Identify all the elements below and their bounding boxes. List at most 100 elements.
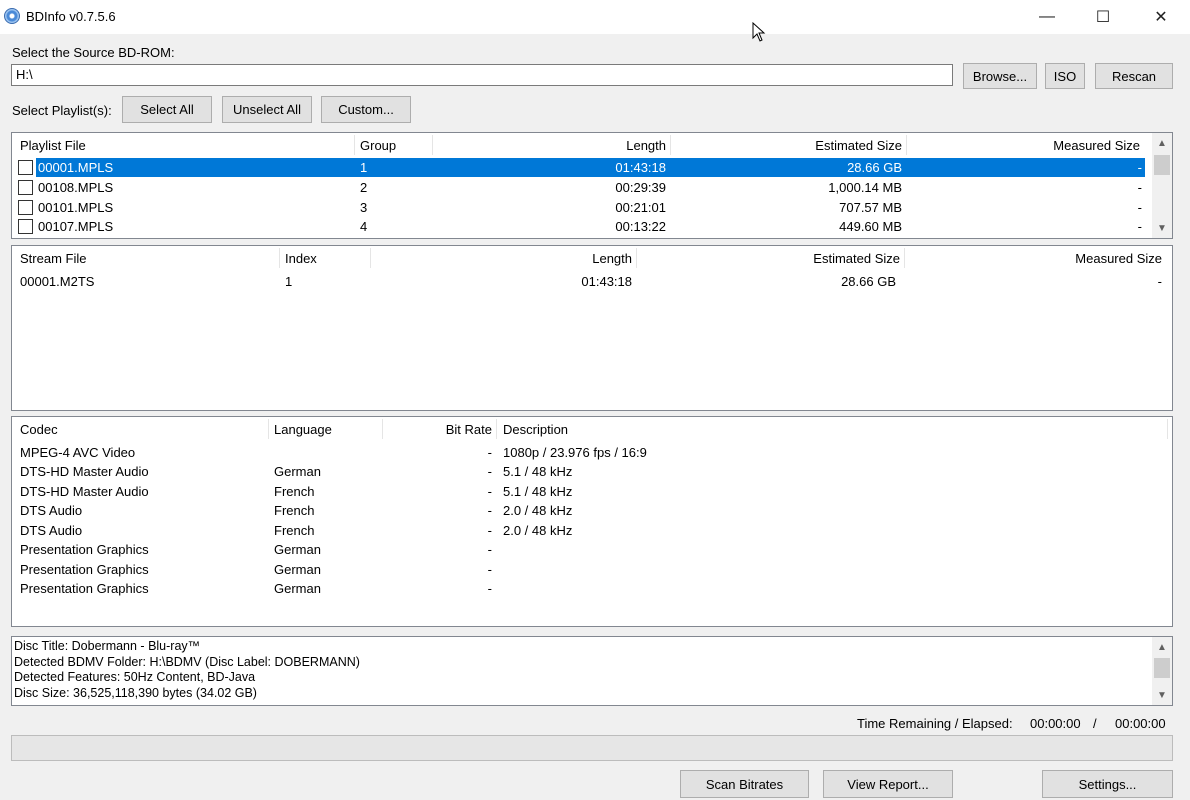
log-line: Disc Size: 36,525,118,390 bytes (34.02 G… (14, 686, 257, 700)
column-header-estimated-size[interactable]: Estimated Size (670, 133, 902, 157)
playlist-length: 01:43:18 (615, 160, 666, 175)
source-label: Select the Source BD-ROM: (12, 45, 175, 60)
playlist-measured-size: - (1137, 180, 1142, 195)
codec-bit-rate: - (487, 562, 492, 577)
codec-name[interactable]: Presentation Graphics (20, 581, 149, 596)
stream-list[interactable]: Stream File Index Length Estimated Size … (11, 245, 1173, 411)
codec-language: German (274, 542, 321, 557)
column-header-index[interactable]: Index (285, 246, 317, 270)
custom-button[interactable]: Custom... (321, 96, 411, 123)
playlist-checkbox[interactable] (18, 160, 33, 175)
codec-description: 2.0 / 48 kHz (503, 523, 573, 538)
codec-language: German (274, 581, 321, 596)
codec-bit-rate: - (487, 445, 492, 460)
disc-info-log[interactable]: Disc Title: Dobermann - Blu-ray™ Detecte… (11, 636, 1173, 706)
scroll-up-icon[interactable]: ▲ (1152, 133, 1172, 153)
codec-description: 5.1 / 48 kHz (503, 484, 573, 499)
maximize-button[interactable]: ☐ (1074, 0, 1132, 34)
log-line: Disc Title: Dobermann - Blu-ray™ (14, 639, 201, 653)
codec-bit-rate: - (487, 464, 492, 479)
playlist-file[interactable]: 00001.MPLS (38, 160, 113, 175)
codec-bit-rate: - (487, 581, 492, 596)
playlist-group: 3 (360, 200, 368, 215)
log-scrollbar[interactable]: ▲ ▼ (1152, 637, 1172, 705)
column-header-language[interactable]: Language (274, 417, 332, 441)
codec-name[interactable]: DTS Audio (20, 503, 82, 518)
column-header-group[interactable]: Group (360, 133, 396, 157)
mouse-cursor-icon (752, 22, 766, 42)
codec-description: 5.1 / 48 kHz (503, 464, 573, 479)
codec-name[interactable]: DTS-HD Master Audio (20, 484, 149, 499)
view-report-button[interactable]: View Report... (823, 770, 953, 798)
column-header-length[interactable]: Length (432, 133, 666, 157)
codec-bit-rate: - (487, 523, 492, 538)
column-header-measured-size[interactable]: Measured Size (904, 246, 1162, 270)
rescan-button[interactable]: Rescan (1095, 63, 1173, 89)
scrollbar-thumb[interactable] (1154, 155, 1170, 175)
playlist-file[interactable]: 00101.MPLS (38, 200, 113, 215)
codec-list[interactable]: Codec Language Bit Rate Description MPEG… (11, 416, 1173, 627)
playlist-estimated-size: 707.57 MB (839, 200, 902, 215)
unselect-all-button[interactable]: Unselect All (222, 96, 312, 123)
codec-language: French (274, 484, 315, 499)
scan-bitrates-button[interactable]: Scan Bitrates (680, 770, 809, 798)
time-elapsed: 00:00:00 (1115, 716, 1166, 731)
playlist-file[interactable]: 00107.MPLS (38, 219, 113, 234)
playlist-estimated-size: 449.60 MB (839, 219, 902, 234)
select-all-button[interactable]: Select All (122, 96, 212, 123)
stream-file[interactable]: 00001.M2TS (20, 274, 94, 289)
playlist-checkbox[interactable] (18, 219, 33, 234)
playlist-length: 00:29:39 (615, 180, 666, 195)
playlist-length: 00:13:22 (615, 219, 666, 234)
playlist-estimated-size: 1,000.14 MB (828, 180, 902, 195)
browse-button[interactable]: Browse... (963, 63, 1037, 89)
column-header-length[interactable]: Length (370, 246, 632, 270)
column-header-measured-size[interactable]: Measured Size (906, 133, 1140, 157)
stream-estimated-size: 28.66 GB (841, 274, 896, 289)
playlist-group: 1 (360, 160, 368, 175)
settings-button[interactable]: Settings... (1042, 770, 1173, 798)
codec-name[interactable]: MPEG-4 AVC Video (20, 445, 135, 460)
codec-name[interactable]: Presentation Graphics (20, 542, 149, 557)
stream-index: 1 (285, 274, 293, 289)
close-button[interactable]: ✕ (1132, 0, 1190, 34)
codec-bit-rate: - (487, 484, 492, 499)
log-line: Detected Features: 50Hz Content, BD-Java (14, 670, 256, 684)
time-label: Time Remaining / Elapsed: (857, 716, 1013, 731)
playlist-list[interactable]: Playlist File Group Length Estimated Siz… (11, 132, 1173, 239)
scan-progress-bar (11, 735, 1173, 761)
playlist-checkbox[interactable] (18, 200, 33, 215)
scrollbar-thumb[interactable] (1154, 658, 1170, 678)
playlist-checkbox[interactable] (18, 180, 33, 195)
source-path-input[interactable]: H:\ (11, 64, 953, 86)
time-separator: / (1093, 716, 1097, 731)
disc-app-icon (4, 8, 20, 24)
codec-name[interactable]: DTS Audio (20, 523, 82, 538)
codec-bit-rate: - (487, 542, 492, 557)
playlist-measured-size: - (1137, 219, 1142, 234)
column-header-codec[interactable]: Codec (20, 417, 58, 441)
column-header-stream-file[interactable]: Stream File (20, 246, 86, 270)
column-header-description[interactable]: Description (503, 417, 568, 441)
codec-language: German (274, 464, 321, 479)
playlist-scrollbar[interactable]: ▲ ▼ (1152, 133, 1172, 238)
select-playlists-label: Select Playlist(s): (12, 103, 112, 118)
column-header-playlist-file[interactable]: Playlist File (20, 133, 86, 157)
stream-length: 01:43:18 (581, 274, 632, 289)
codec-description: 2.0 / 48 kHz (503, 503, 573, 518)
column-header-estimated-size[interactable]: Estimated Size (636, 246, 900, 270)
codec-name[interactable]: DTS-HD Master Audio (20, 464, 149, 479)
scroll-down-icon[interactable]: ▼ (1152, 685, 1172, 705)
codec-name[interactable]: Presentation Graphics (20, 562, 149, 577)
stream-measured-size: - (1157, 274, 1162, 289)
codec-bit-rate: - (487, 503, 492, 518)
scroll-down-icon[interactable]: ▼ (1152, 218, 1172, 238)
scroll-up-icon[interactable]: ▲ (1152, 637, 1172, 657)
playlist-measured-size: - (1137, 200, 1142, 215)
minimize-button[interactable]: — (1018, 0, 1076, 34)
iso-button[interactable]: ISO (1045, 63, 1085, 89)
playlist-length: 00:21:01 (615, 200, 666, 215)
playlist-file[interactable]: 00108.MPLS (38, 180, 113, 195)
column-header-bit-rate[interactable]: Bit Rate (382, 417, 492, 441)
codec-language: German (274, 562, 321, 577)
